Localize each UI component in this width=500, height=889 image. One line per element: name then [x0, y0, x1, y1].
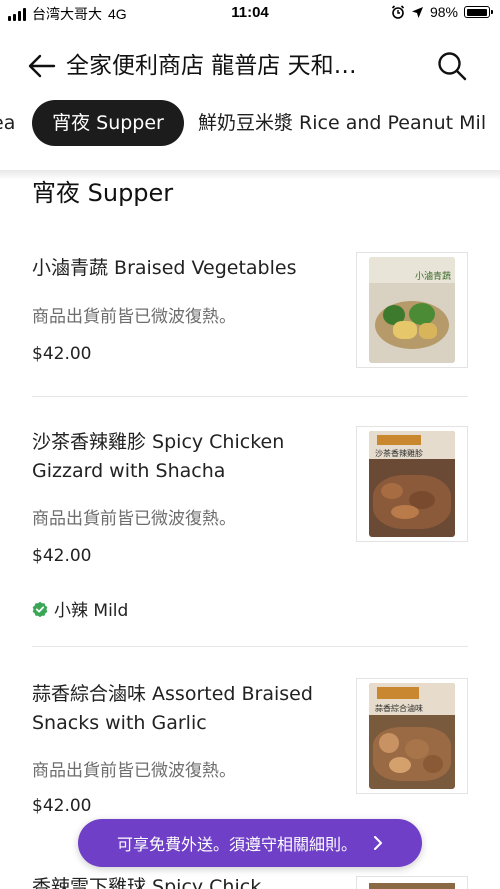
store-title: 全家便利商店 龍普店 天和…: [66, 53, 357, 79]
search-button[interactable]: [434, 48, 470, 84]
section-title: 宵夜 Supper: [32, 179, 174, 207]
thumb-label: 沙茶香辣雞胗: [375, 449, 423, 458]
badge-label: 小辣 Mild: [54, 601, 129, 621]
battery-label: 98%: [429, 4, 458, 20]
battery-icon: [464, 6, 493, 18]
item-price: $42.00: [32, 344, 92, 364]
menu-item[interactable]: 小滷青蔬 Braised Vegetables 商品出貨前皆已微波復熱。 $42…: [0, 252, 500, 397]
item-divider: [32, 396, 468, 397]
free-delivery-promo-button[interactable]: 可享免費外送。須遵守相關細則。: [78, 819, 422, 867]
item-image-partial: [356, 876, 468, 889]
item-description: 商品出貨前皆已微波復熱。: [32, 307, 236, 327]
status-bar: 台湾大哥大 4G 11:04 98%: [0, 0, 500, 28]
alarm-icon: [391, 5, 405, 19]
search-icon: [438, 52, 467, 81]
arrow-left-icon: [28, 54, 56, 78]
item-divider: [32, 646, 468, 647]
back-button[interactable]: [26, 50, 58, 82]
menu-item[interactable]: 蒜香綜合滷味 Assorted Braised Snacks with Garl…: [0, 678, 500, 828]
item-name: 沙茶香辣雞胗 Spicy Chicken Gizzard with Shacha: [32, 431, 285, 482]
menu-item-partial[interactable]: 香辣雪下雞球 Spicy Chick: [32, 872, 261, 889]
status-right: 98%: [391, 4, 493, 20]
item-image: 小滷青蔬: [356, 252, 468, 368]
item-price: $42.00: [32, 546, 92, 566]
tab-previous[interactable]: ea: [0, 100, 15, 146]
thumb-label: 小滷青蔬: [415, 272, 452, 282]
spice-badge: 小辣 Mild: [32, 596, 128, 621]
item-price: $42.00: [32, 796, 92, 816]
verified-check-icon: [32, 601, 48, 617]
item-image: 沙茶香辣雞胗: [356, 426, 468, 542]
item-description: 商品出貨前皆已微波復熱。: [32, 509, 236, 529]
chevron-right-icon: [374, 836, 382, 850]
item-description: 商品出貨前皆已微波復熱。: [32, 761, 236, 781]
store-header: 全家便利商店 龍普店 天和…: [0, 38, 500, 94]
item-name: 蒜香綜合滷味 Assorted Braised Snacks with Garl…: [32, 683, 313, 734]
tab-supper[interactable]: 宵夜 Supper: [32, 100, 184, 146]
menu-item[interactable]: 沙茶香辣雞胗 Spicy Chicken Gizzard with Shacha…: [0, 426, 500, 646]
item-image: 蒜香綜合滷味: [356, 678, 468, 794]
location-icon: [411, 6, 423, 18]
tab-rice-peanut-milk[interactable]: 鮮奶豆米漿 Rice and Peanut Mil: [198, 100, 486, 146]
promo-text: 可享免費外送。須遵守相關細則。: [116, 835, 357, 854]
item-name: 小滷青蔬 Braised Vegetables: [32, 257, 297, 279]
thumb-label: 蒜香綜合滷味: [375, 704, 423, 713]
category-tabs: ea 宵夜 Supper 鮮奶豆米漿 Rice and Peanut Mil: [0, 100, 500, 146]
